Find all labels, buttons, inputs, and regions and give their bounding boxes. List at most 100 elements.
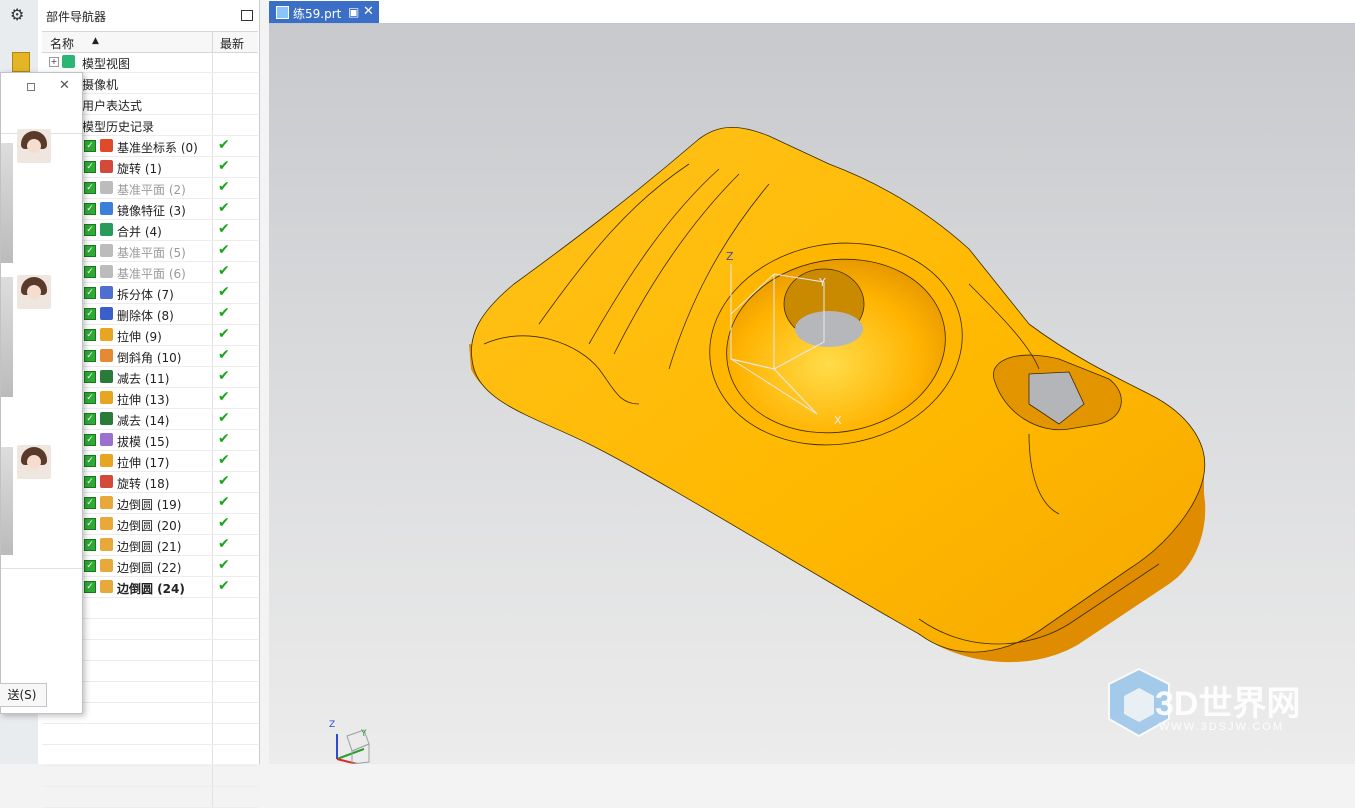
visibility-checkbox[interactable]: ✓ <box>84 287 96 299</box>
visibility-checkbox[interactable]: ✓ <box>84 581 96 593</box>
up-to-date-icon: ✔ <box>218 263 230 279</box>
feature-label: 合并 (4) <box>117 225 162 239</box>
send-button[interactable]: 送(S) <box>0 683 47 707</box>
gear-icon[interactable]: ⚙ <box>10 5 24 24</box>
empty-row <box>42 766 258 787</box>
avatar[interactable] <box>17 129 51 163</box>
feature-label: 基准平面 (5) <box>117 246 186 260</box>
column-name[interactable]: 名称 <box>50 35 74 52</box>
column-latest[interactable]: 最新 <box>220 35 244 52</box>
feature-icon <box>100 391 113 404</box>
visibility-checkbox[interactable]: ✓ <box>84 560 96 572</box>
tree-node-label: 模型历史记录 <box>82 120 155 134</box>
visibility-checkbox[interactable]: ✓ <box>84 329 96 341</box>
visibility-checkbox[interactable]: ✓ <box>84 392 96 404</box>
tree-node-label: 摄像机 <box>82 78 119 92</box>
up-to-date-icon: ✔ <box>218 452 230 468</box>
feature-icon <box>100 412 113 425</box>
up-to-date-icon: ✔ <box>218 305 230 321</box>
csys-x-label: X <box>834 414 842 427</box>
csys-y-label: Y <box>818 276 826 289</box>
csys-z-label: Z <box>726 250 734 263</box>
up-to-date-icon: ✔ <box>218 179 230 195</box>
feature-label: 边倒圆 (20) <box>117 519 182 533</box>
tree-node[interactable]: + 模型视图 <box>42 52 258 73</box>
message-image[interactable] <box>1 447 13 555</box>
feature-icon <box>100 433 113 446</box>
feature-icon <box>100 580 113 593</box>
feature-icon <box>100 517 113 530</box>
feature-icon <box>100 160 113 173</box>
visibility-checkbox[interactable]: ✓ <box>84 182 96 194</box>
model-canvas[interactable]: Z Y X Z Y <box>269 24 1355 764</box>
up-to-date-icon: ✔ <box>218 326 230 342</box>
feature-label: 旋转 (18) <box>117 477 170 491</box>
tab-part-file[interactable]: 练59.prt ▣ ✕ <box>269 1 379 23</box>
visibility-checkbox[interactable]: ✓ <box>84 161 96 173</box>
avatar[interactable] <box>17 275 51 309</box>
visibility-checkbox[interactable]: ✓ <box>84 476 96 488</box>
up-to-date-icon: ✔ <box>218 410 230 426</box>
feature-label: 拉伸 (9) <box>117 330 162 344</box>
up-to-date-icon: ✔ <box>218 242 230 258</box>
visibility-checkbox[interactable]: ✓ <box>84 224 96 236</box>
empty-row <box>42 724 258 745</box>
feature-label: 拉伸 (17) <box>117 456 170 470</box>
visibility-checkbox[interactable]: ✓ <box>84 266 96 278</box>
feature-label: 删除体 (8) <box>117 309 174 323</box>
feature-icon <box>100 496 113 509</box>
column-divider[interactable] <box>212 32 213 52</box>
feature-label: 拔模 (15) <box>117 435 170 449</box>
chat-popup: ✕ 送(S) <box>0 72 83 714</box>
feature-icon <box>100 202 113 215</box>
maximize-icon[interactable] <box>241 10 253 21</box>
triad-z-label: Z <box>329 720 335 730</box>
up-to-date-icon: ✔ <box>218 473 230 489</box>
divider <box>1 568 82 569</box>
up-to-date-icon: ✔ <box>218 200 230 216</box>
feature-label: 基准平面 (2) <box>117 183 186 197</box>
feature-icon <box>100 475 113 488</box>
visibility-checkbox[interactable]: ✓ <box>84 413 96 425</box>
feature-label: 基准坐标系 (0) <box>117 141 198 155</box>
feature-label: 拉伸 (13) <box>117 393 170 407</box>
feature-icon <box>100 223 113 236</box>
tab-label: 练59.prt <box>293 7 342 21</box>
part-navigator-tool-icon[interactable] <box>12 52 30 72</box>
watermark-text: 3D世界网 <box>1155 685 1301 723</box>
visibility-checkbox[interactable]: ✓ <box>84 308 96 320</box>
visibility-checkbox[interactable]: ✓ <box>84 455 96 467</box>
feature-icon <box>100 286 113 299</box>
up-to-date-icon: ✔ <box>218 284 230 300</box>
feature-label: 镜像特征 (3) <box>117 204 186 218</box>
feature-label: 边倒圆 (19) <box>117 498 182 512</box>
visibility-checkbox[interactable]: ✓ <box>84 140 96 152</box>
visibility-checkbox[interactable]: ✓ <box>84 539 96 551</box>
avatar[interactable] <box>17 445 51 479</box>
visibility-checkbox[interactable]: ✓ <box>84 518 96 530</box>
minimize-icon[interactable] <box>27 83 35 91</box>
close-tab-icon[interactable]: ✕ <box>363 4 374 19</box>
graphics-window[interactable]: Z Y X Z Y 3D世界网 WWW.3DSJW.COM <box>269 24 1355 764</box>
empty-row <box>42 787 258 808</box>
up-to-date-icon: ✔ <box>218 536 230 552</box>
visibility-checkbox[interactable]: ✓ <box>84 497 96 509</box>
message-image[interactable] <box>1 143 13 263</box>
expand-icon[interactable]: + <box>49 57 59 67</box>
sort-ascending-icon[interactable]: ▲ <box>92 36 99 46</box>
feature-label: 旋转 (1) <box>117 162 162 176</box>
visibility-checkbox[interactable]: ✓ <box>84 350 96 362</box>
navigator-title: 部件导航器 <box>46 10 107 24</box>
feature-label: 倒斜角 (10) <box>117 351 182 365</box>
message-image[interactable] <box>1 277 13 397</box>
up-to-date-icon: ✔ <box>218 221 230 237</box>
visibility-checkbox[interactable]: ✓ <box>84 245 96 257</box>
visibility-checkbox[interactable]: ✓ <box>84 434 96 446</box>
visibility-checkbox[interactable]: ✓ <box>84 203 96 215</box>
up-to-date-icon: ✔ <box>218 389 230 405</box>
feature-label: 减去 (14) <box>117 414 170 428</box>
feature-icon <box>100 370 113 383</box>
visibility-checkbox[interactable]: ✓ <box>84 371 96 383</box>
close-icon[interactable]: ✕ <box>59 78 70 93</box>
tree-node-label: 用户表达式 <box>82 99 143 113</box>
